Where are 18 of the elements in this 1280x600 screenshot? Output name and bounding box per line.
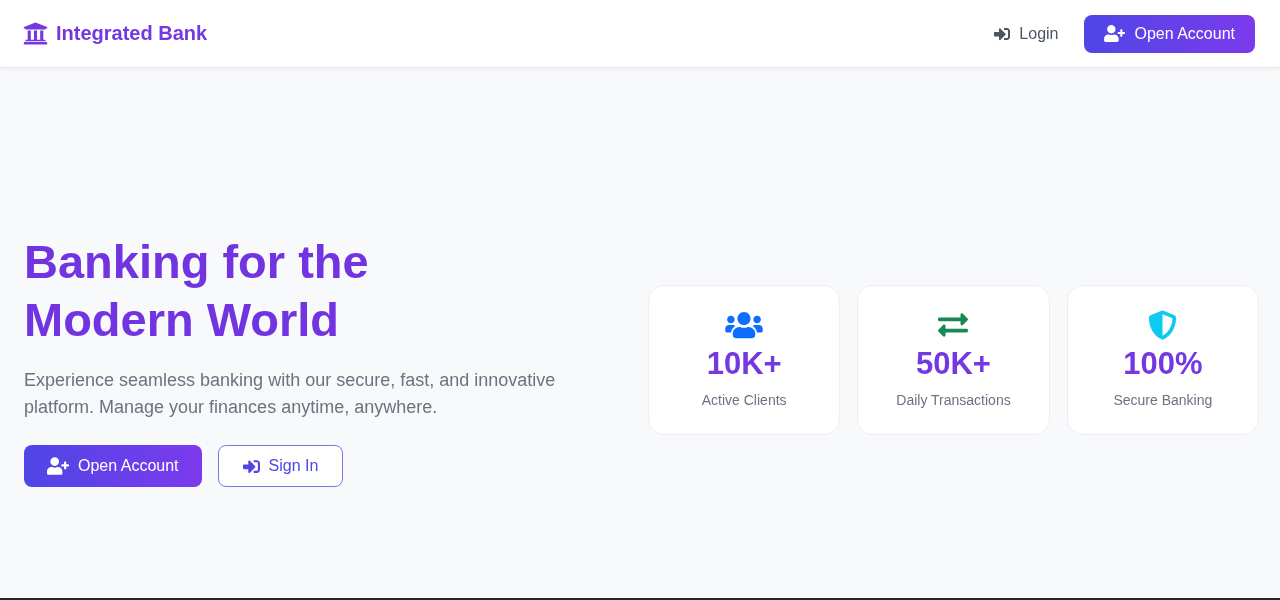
bank-icon	[23, 21, 48, 46]
sign-in-icon	[242, 457, 260, 475]
open-account-button[interactable]: Open Account	[1084, 14, 1255, 53]
stat-value: 10K+	[706, 346, 782, 382]
stat-label: Daily Transactions	[896, 391, 1011, 410]
stat-value: 50K+	[916, 346, 991, 382]
user-plus-icon	[47, 457, 69, 475]
open-account-button[interactable]: Open Account	[24, 445, 202, 487]
stat-label: Secure Banking	[1113, 391, 1213, 410]
hero-description: Experience seamless banking with our secure, fast, and innovative platform. Manage your finances anytime, anywhere.	[24, 369, 557, 419]
sign-in-button[interactable]: Sign In	[217, 445, 344, 487]
hero-title: Banking for the Modern World	[24, 234, 370, 348]
stat-value: 100%	[1123, 346, 1203, 382]
brand-link[interactable]: Integrated Bank	[23, 21, 208, 46]
user-plus-icon	[1104, 25, 1126, 42]
sign-in-icon	[994, 25, 1011, 42]
stat-label: Active Clients	[701, 391, 787, 410]
login-link[interactable]: Login	[984, 14, 1069, 53]
